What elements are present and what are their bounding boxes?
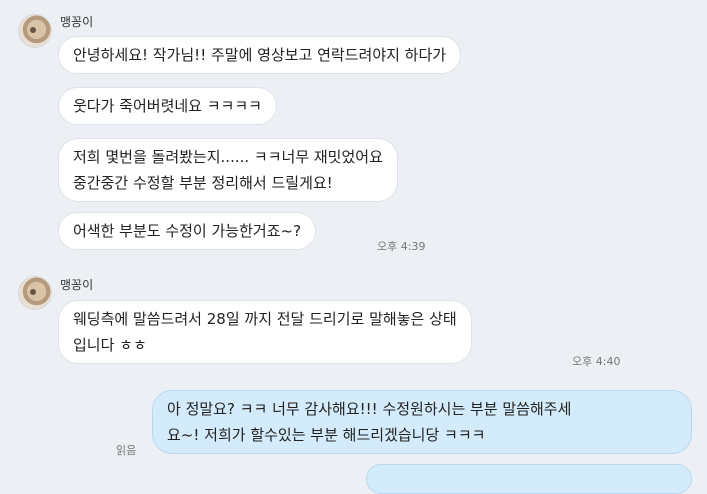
outgoing-message-bubble[interactable]: 아 정말요? ㅋㅋ 너무 감사해요!!! 수정원하시는 부분 말씀해주세 요~!… [152, 390, 692, 454]
message-text: 어색한 부분도 수정이 가능한거죠~? [73, 222, 302, 240]
message-text: 안녕하세요! 작가님!! 주말에 영상보고 연락드려야지 하다가 [73, 46, 447, 64]
message-bubble[interactable]: 저희 몇번을 돌려봤는지...... ㅋㅋ너무 재밋었어요 중간중간 수정할 부… [58, 138, 398, 202]
sender-name: 맹꽁이 [60, 278, 94, 292]
message-bubble[interactable]: 웨딩측에 말씀드려서 28일 까지 전달 드리기로 말해놓은 상태 입니다 ㅎㅎ [58, 300, 472, 364]
message-text: 웨딩측에 말씀드려서 28일 까지 전달 드리기로 말해놓은 상태 [73, 310, 457, 328]
avatar[interactable] [18, 14, 52, 48]
read-status: 읽음 [116, 444, 137, 457]
message-bubble[interactable]: 웃다가 죽어버렷네요 ㅋㅋㅋㅋ [58, 87, 277, 125]
message-time: 오후 4:40 [572, 355, 621, 368]
message-text: 아 정말요? ㅋㅋ 너무 감사해요!!! 수정원하시는 부분 말씀해주세 [167, 400, 572, 418]
message-text: 중간중간 수정할 부분 정리해서 드릴게요! [73, 174, 333, 192]
message-text: 입니다 ㅎㅎ [73, 336, 147, 354]
message-text: 저희 몇번을 돌려봤는지...... ㅋㅋ너무 재밋었어요 [73, 148, 383, 166]
message-text: 요~! 저희가 할수있는 부분 해드리겠습니당 ㅋㅋㅋ [167, 426, 486, 444]
message-bubble[interactable]: 어색한 부분도 수정이 가능한거죠~? [58, 212, 317, 250]
sender-name: 맹꽁이 [60, 15, 94, 29]
message-time: 오후 4:39 [377, 240, 426, 253]
message-bubble[interactable]: 안녕하세요! 작가님!! 주말에 영상보고 연락드려야지 하다가 [58, 36, 462, 74]
avatar[interactable] [18, 276, 52, 310]
message-text: 웃다가 죽어버렷네요 ㅋㅋㅋㅋ [73, 97, 262, 115]
outgoing-message-bubble-partial[interactable] [366, 464, 692, 494]
